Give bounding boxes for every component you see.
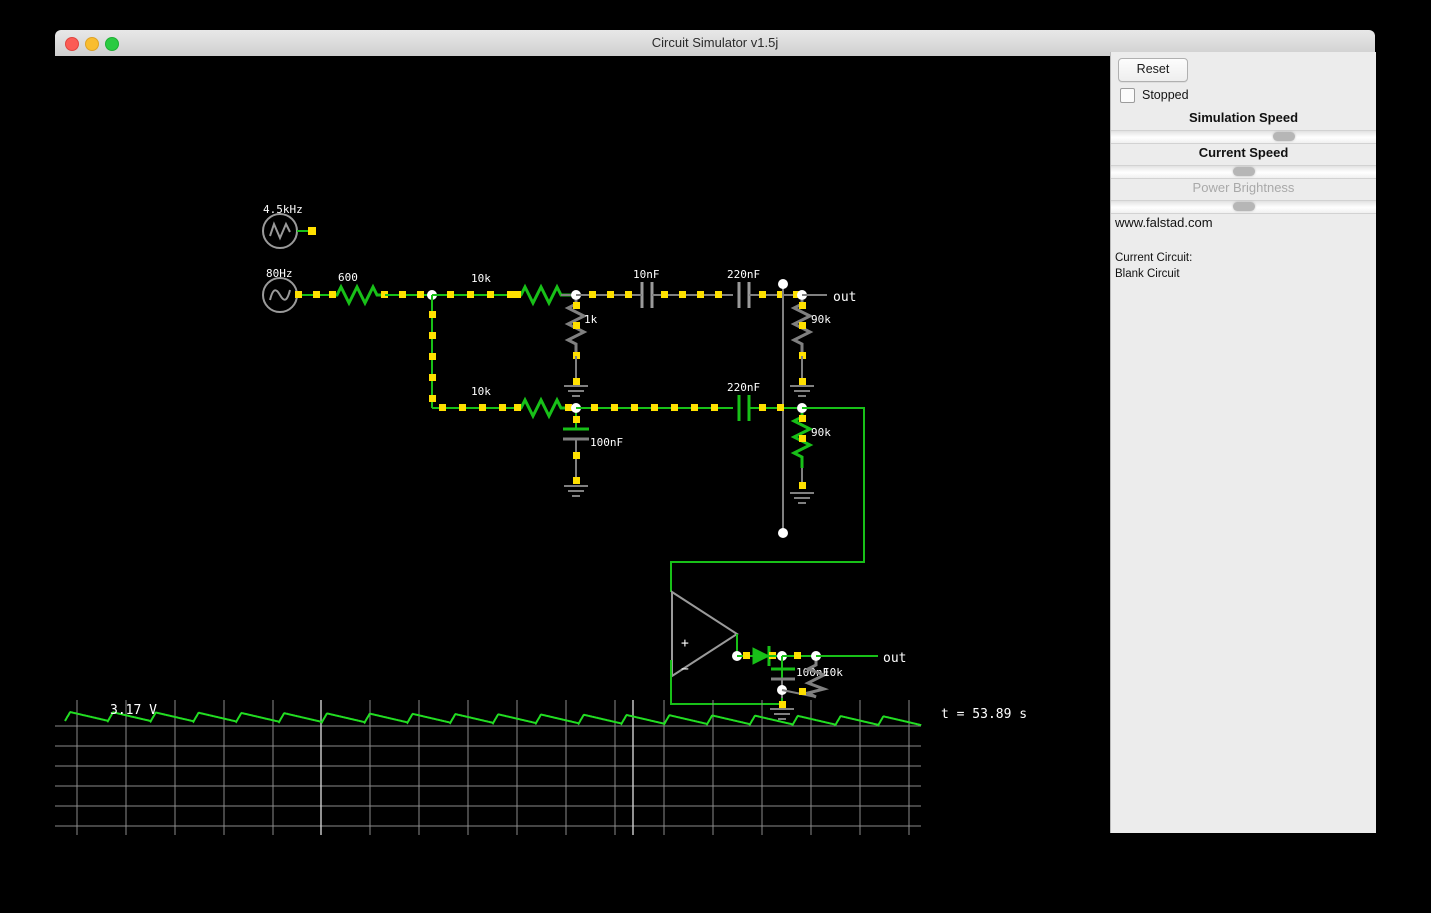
resistor-10k-bottom	[517, 400, 571, 416]
capacitor-10nf-label: 10nF	[633, 268, 660, 281]
rail-top-terminal	[778, 279, 788, 289]
resistor-600	[333, 287, 385, 303]
ground-symbol-output	[770, 709, 794, 719]
scope-voltage-label: 3.17 V	[110, 703, 157, 718]
power-brightness-thumb[interactable]	[1233, 202, 1255, 211]
power-brightness-slider[interactable]	[1111, 200, 1376, 214]
current-speed-slider[interactable]	[1111, 165, 1376, 179]
current-circuit-label: Current Circuit:	[1115, 252, 1192, 264]
top-rail-mid[interactable]: 10k	[432, 272, 581, 303]
resistor-10k-top-label: 10k	[471, 272, 491, 285]
resistor-1k-label: 1k	[584, 313, 598, 326]
simulation-speed-label: Simulation Speed	[1111, 110, 1376, 125]
stopped-toggle-row[interactable]: Stopped	[1120, 86, 1189, 104]
output-label-top: out	[833, 290, 856, 305]
opamp[interactable]: + −	[671, 592, 782, 704]
resistor-600-label: 600	[338, 271, 358, 284]
ac-source-45khz-label: 4.5kHz	[263, 203, 303, 216]
top-rail-right[interactable]: 10nF 220nF	[576, 268, 801, 308]
ground-symbol-100nf	[564, 486, 588, 496]
resistor-10k-output-label: 10k	[823, 666, 843, 679]
current-speed-label: Current Speed	[1111, 145, 1376, 160]
falstad-link[interactable]: www.falstad.com	[1115, 215, 1213, 230]
top-rail-left[interactable]: 600	[295, 271, 437, 303]
capacitor-220nf-bottom-label: 220nF	[727, 381, 760, 394]
node-a-down-wire[interactable]	[429, 295, 436, 408]
resistor-90k-bottom-label: 90k	[811, 426, 831, 439]
resistor-90k-bottom-branch[interactable]: 90k	[790, 413, 831, 503]
stopped-label: Stopped	[1142, 88, 1189, 102]
capacitor-100nf-branch[interactable]: 100nF	[563, 413, 623, 496]
ac-source-80hz[interactable]: 80Hz	[263, 267, 297, 312]
resistor-10k-bottom-label: 10k	[471, 385, 491, 398]
ac-source-45khz[interactable]: 4.5kHz	[263, 203, 316, 248]
rail-bottom-terminal	[778, 528, 788, 538]
ground-symbol-90k-bottom	[790, 493, 814, 503]
resistor-1k-branch[interactable]: 1k	[564, 300, 598, 396]
output-label-bottom: out	[883, 651, 906, 666]
capacitor-220nf-top-label: 220nF	[727, 268, 760, 281]
reset-button[interactable]: Reset	[1118, 58, 1188, 82]
ground-symbol-90k-top	[790, 386, 814, 396]
power-brightness-label: Power Brightness	[1111, 180, 1376, 195]
resistor-90k-top-label: 90k	[811, 313, 831, 326]
stopped-checkbox[interactable]	[1120, 88, 1135, 103]
current-speed-thumb[interactable]	[1233, 167, 1255, 176]
scope-time-label: t = 53.89 s	[941, 707, 1027, 722]
lower-rail-left[interactable]: 10k	[432, 385, 581, 416]
lower-rail-right[interactable]: 220nF	[576, 381, 807, 421]
resistor-90k-top-branch[interactable]: out 90k	[790, 290, 856, 396]
ac-source-80hz-label: 80Hz	[266, 267, 293, 280]
current-circuit-value: Blank Circuit	[1115, 268, 1180, 280]
opamp-plus-label: +	[681, 636, 689, 651]
opamp-minus-label: −	[681, 662, 689, 677]
simulation-speed-thumb[interactable]	[1273, 132, 1295, 141]
control-sidebar: Reset Stopped Simulation Speed Current S…	[1110, 52, 1376, 833]
capacitor-100nf-label: 100nF	[590, 436, 623, 449]
ground-symbol-1k	[564, 386, 588, 396]
feedback-routing-wire[interactable]	[671, 408, 864, 592]
output-rc-network[interactable]: 100nF 10k out	[770, 651, 906, 719]
simulation-speed-slider[interactable]	[1111, 130, 1376, 144]
